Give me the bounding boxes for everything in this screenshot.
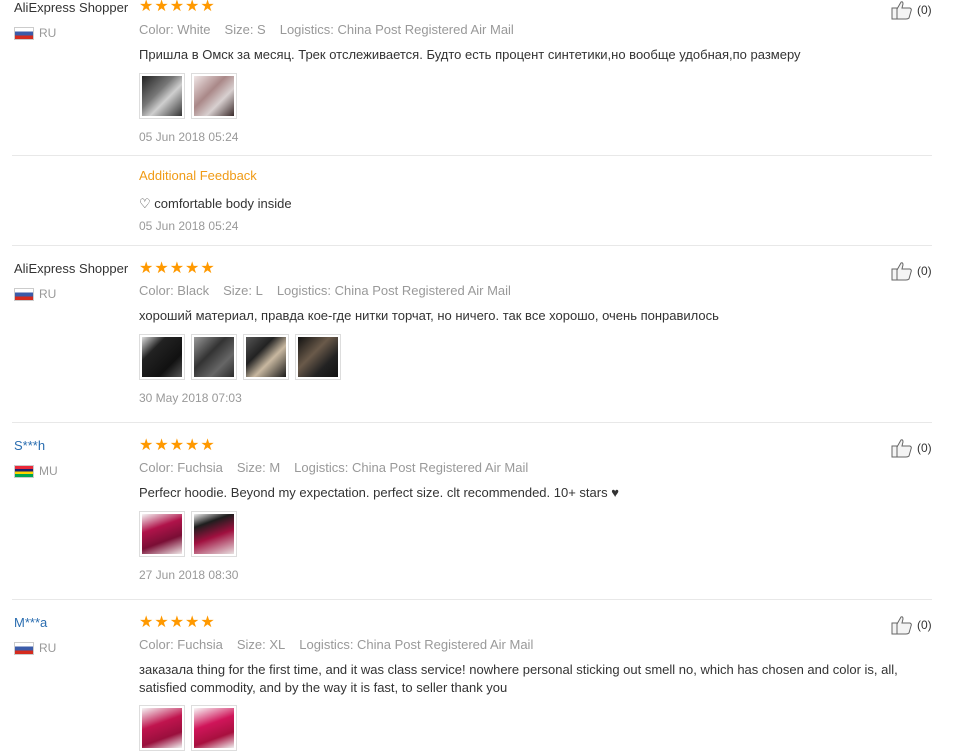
- star-icon: ★: [139, 0, 154, 15]
- size-attribute: Size: S: [224, 22, 266, 37]
- star-icon: ★: [185, 435, 200, 454]
- size-attribute: Size: XL: [236, 637, 286, 652]
- review-date: 05 Jun 2018 05:24: [139, 130, 239, 144]
- reviewer-country: RU: [14, 287, 56, 301]
- star-icon: ★: [185, 612, 200, 631]
- review-photo-thumbnail[interactable]: [243, 334, 289, 380]
- country-code: MU: [39, 464, 58, 478]
- color-attribute: Color: Fuchsia: [139, 637, 223, 652]
- order-attributes: Color: Black Size: L Logistics: China Post…: [139, 283, 525, 298]
- logistics-attribute: Logistics: China Post Registered Air Mai…: [299, 637, 534, 652]
- additional-feedback-title: Additional Feedback: [139, 168, 257, 183]
- logistics-attribute: Logistics: China Post Registered Air Mai…: [294, 460, 529, 475]
- review-divider: [12, 422, 932, 423]
- star-icon: ★: [139, 258, 154, 277]
- star-icon: ★: [139, 612, 154, 631]
- helpful-count: (0): [917, 3, 932, 17]
- order-attributes: Color: Fuchsia Size: M Logistics: China Po…: [139, 460, 542, 475]
- helpful-count: (0): [917, 264, 932, 278]
- star-rating: ★ ★ ★ ★ ★: [139, 437, 215, 453]
- review-date: 27 Jun 2018 08:30: [139, 568, 239, 582]
- star-rating: ★ ★ ★ ★ ★: [139, 614, 215, 630]
- reviewer-country: MU: [14, 464, 58, 478]
- review-photos: [139, 73, 237, 119]
- review-photo-thumbnail[interactable]: [191, 511, 237, 557]
- star-icon: ★: [169, 258, 185, 277]
- color-attribute: Color: White: [139, 22, 211, 37]
- review-photo-thumbnail[interactable]: [139, 705, 185, 751]
- reviewer-name: AliExpress Shopper: [14, 0, 129, 15]
- review-text: Пришла в Омск за месяц. Трек отслеживает…: [139, 47, 801, 62]
- helpful-button[interactable]: (0): [891, 0, 932, 20]
- size-attribute: Size: L: [223, 283, 263, 298]
- review-divider: [12, 245, 932, 246]
- star-icon: ★: [169, 435, 185, 454]
- order-attributes: Color: Fuchsia Size: XL Logistics: China P…: [139, 637, 547, 652]
- thumbs-up-icon: [891, 439, 912, 458]
- review-photo-thumbnail[interactable]: [191, 705, 237, 751]
- additional-feedback-date: 05 Jun 2018 05:24: [139, 219, 239, 233]
- reviewer-name: AliExpress Shopper: [14, 261, 129, 276]
- star-icon: ★: [185, 258, 200, 277]
- logistics-attribute: Logistics: China Post Registered Air Mai…: [276, 283, 511, 298]
- russia-flag-icon: [14, 287, 34, 301]
- color-attribute: Color: Black: [139, 283, 210, 298]
- star-icon: ★: [185, 0, 200, 15]
- russia-flag-icon: [14, 641, 34, 655]
- review-text: Perfecr hoodie. Beyond my expectation. p…: [139, 485, 619, 500]
- review-text: хороший материал, правда кое-где нитки т…: [139, 308, 719, 323]
- logistics-attribute: Logistics: China Post Registered Air Mai…: [279, 22, 514, 37]
- color-attribute: Color: Fuchsia: [139, 460, 223, 475]
- star-icon: ★: [200, 612, 215, 631]
- helpful-count: (0): [917, 441, 932, 455]
- star-icon: ★: [200, 258, 215, 277]
- star-icon: ★: [169, 0, 185, 15]
- additional-feedback-text: ♡ comfortable body inside: [139, 196, 292, 211]
- thumbs-up-icon: [891, 616, 912, 635]
- country-code: RU: [39, 641, 57, 655]
- star-icon: ★: [154, 612, 169, 631]
- review-photo-thumbnail[interactable]: [139, 334, 185, 380]
- star-icon: ★: [200, 0, 215, 15]
- review-photo-thumbnail[interactable]: [139, 511, 185, 557]
- star-rating: ★ ★ ★ ★ ★: [139, 0, 215, 14]
- star-icon: ★: [139, 435, 154, 454]
- reviewer-country: RU: [14, 26, 56, 40]
- thumbs-up-icon: [891, 262, 912, 281]
- country-code: RU: [39, 26, 57, 40]
- reviewer-country: RU: [14, 641, 56, 655]
- review-photo-thumbnail[interactable]: [191, 73, 237, 119]
- star-icon: ★: [154, 0, 169, 15]
- star-icon: ★: [200, 435, 215, 454]
- review-photos: [139, 705, 237, 751]
- divider: [12, 155, 932, 156]
- star-icon: ★: [169, 612, 185, 631]
- thumbs-up-icon: [891, 1, 912, 20]
- mauritius-flag-icon: [14, 464, 34, 478]
- review-photo-thumbnail[interactable]: [139, 73, 185, 119]
- country-code: RU: [39, 287, 57, 301]
- star-icon: ★: [154, 435, 169, 454]
- review-photo-thumbnail[interactable]: [295, 334, 341, 380]
- star-icon: ★: [154, 258, 169, 277]
- reviewer-name[interactable]: M***a: [14, 615, 47, 630]
- helpful-button[interactable]: (0): [891, 438, 932, 458]
- order-attributes: Color: White Size: S Logistics: China Post…: [139, 22, 528, 37]
- review-text: заказала thing for the first time, and i…: [139, 662, 898, 695]
- russia-flag-icon: [14, 26, 34, 40]
- review-photos: [139, 511, 237, 557]
- review-divider: [12, 599, 932, 600]
- review-photos: [139, 334, 341, 380]
- reviewer-name[interactable]: S***h: [14, 438, 45, 453]
- helpful-button[interactable]: (0): [891, 261, 932, 281]
- size-attribute: Size: M: [236, 460, 281, 475]
- star-rating: ★ ★ ★ ★ ★: [139, 260, 215, 276]
- helpful-button[interactable]: (0): [891, 615, 932, 635]
- review-date: 30 May 2018 07:03: [139, 391, 242, 405]
- review-photo-thumbnail[interactable]: [191, 334, 237, 380]
- helpful-count: (0): [917, 618, 932, 632]
